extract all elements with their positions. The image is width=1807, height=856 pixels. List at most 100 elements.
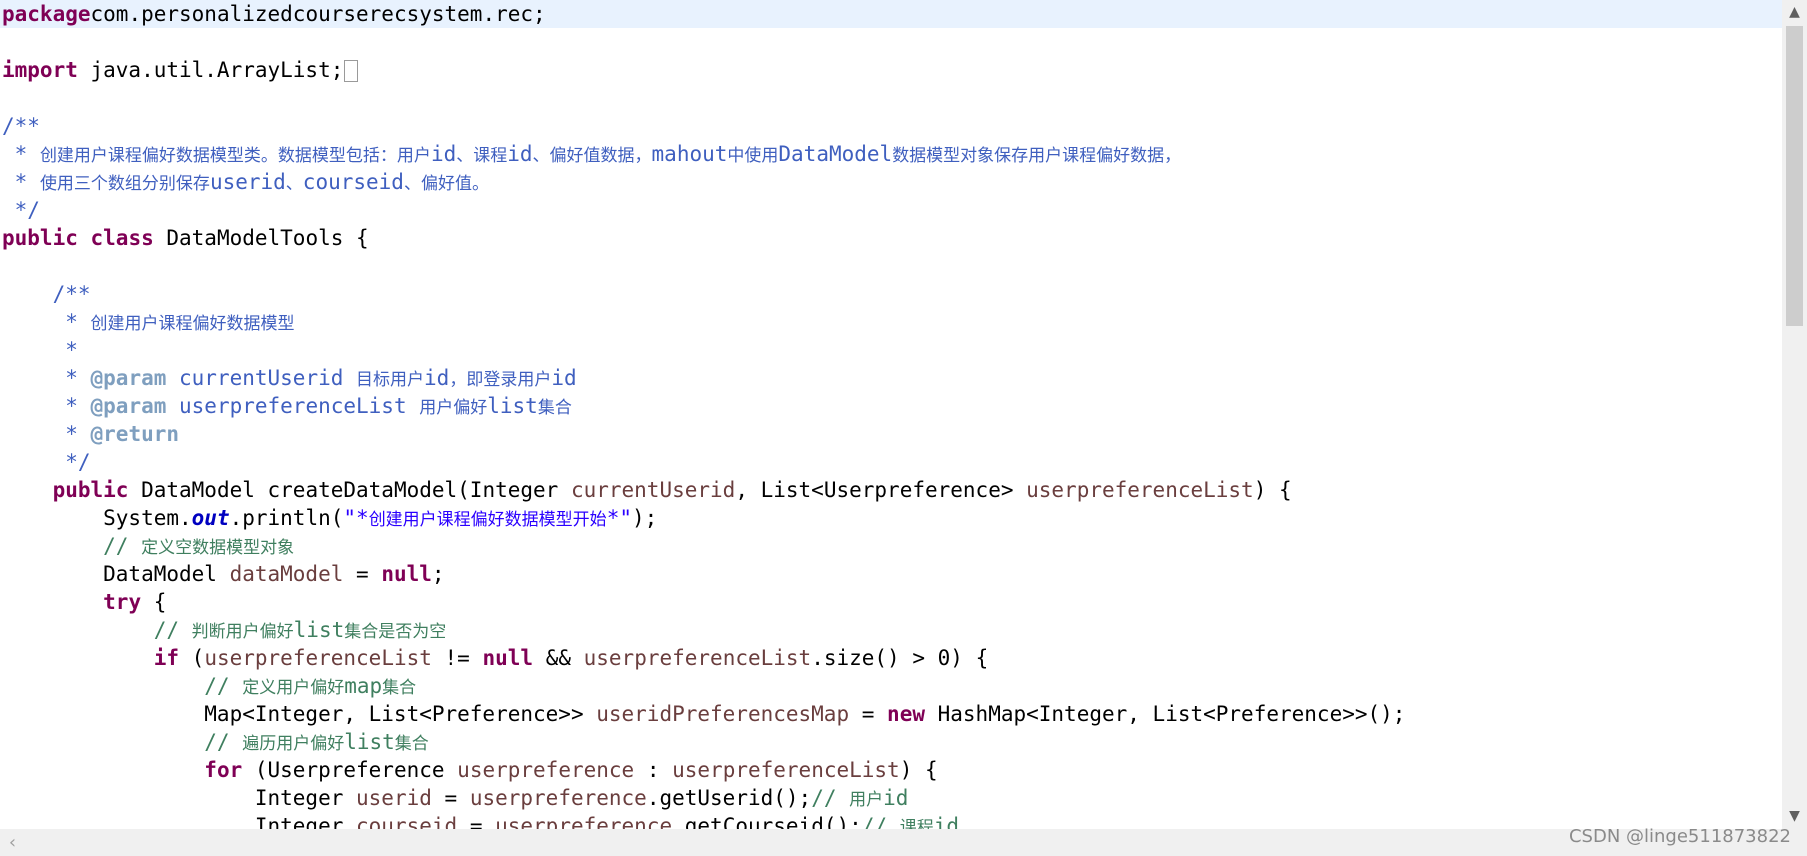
vertical-scrollbar[interactable]: ▲ ▼ <box>1782 0 1807 829</box>
code-line: * @param userpreferenceList 用户偏好list集合 <box>2 392 1405 420</box>
watermark: CSDN @linge511873822 <box>1568 826 1791 847</box>
code-token: new <box>887 702 925 726</box>
code-token: 、 <box>285 174 303 194</box>
code-token: for <box>204 758 243 782</box>
code-token: /** <box>2 282 91 306</box>
code-token: 创建用户课程偏好数据模型类。数据模型包括：用户 <box>39 146 431 166</box>
code-line: // 遍历用户偏好list集合 <box>2 728 1405 756</box>
code-line: * 使用三个数组分别保存userid、courseid、偏好值。 <box>2 168 1405 196</box>
code-line: public class DataModelTools { <box>2 224 1405 252</box>
code-token: userpreference <box>495 814 673 829</box>
code-token: userpreference <box>469 786 647 810</box>
code-token: .getUserid(); <box>646 786 812 810</box>
horizontal-scrollbar[interactable]: ‹ <box>0 829 1782 856</box>
code-token: ); <box>631 506 658 530</box>
code-token: 集合 <box>394 734 429 754</box>
code-token: ; <box>431 562 445 586</box>
code-line: // 定义用户偏好map集合 <box>2 672 1405 700</box>
code-token: public <box>2 226 78 250</box>
code-line: Integer userid = userpreference.getUseri… <box>2 784 1405 812</box>
code-editor[interactable]: packagecom.personalizedcourserecsystem.r… <box>0 0 1782 829</box>
code-token: * <box>2 338 78 362</box>
code-line: import java.util.ArrayList; <box>2 56 1405 84</box>
vertical-scroll-thumb[interactable] <box>1786 26 1803 326</box>
code-token: 使用三个数组分别保存 <box>39 174 210 194</box>
code-token: 集合是否为空 <box>344 622 447 642</box>
code-token: 、偏好值数据， <box>532 146 652 166</box>
code-token: /** <box>2 114 40 138</box>
code-token: userpreferenceList <box>1026 478 1254 502</box>
code-line: System.out.println("*创建用户课程偏好数据模型开始*"); <box>2 504 1405 532</box>
code-token: import <box>2 58 78 82</box>
code-token: * <box>2 366 91 390</box>
code-line: if (userpreferenceList != null && userpr… <box>2 644 1405 672</box>
code-token: class <box>90 226 154 250</box>
code-token: * <box>2 170 40 194</box>
code-token: userpreferenceList <box>672 758 900 782</box>
code-token: dataModel <box>229 562 344 586</box>
code-token: * <box>2 310 91 334</box>
code-token: package <box>2 2 91 26</box>
scroll-up-arrow-icon[interactable]: ▲ <box>1782 0 1807 25</box>
code-line: * 创建用户课程偏好数据模型类。数据模型包括：用户id、课程id、偏好值数据，m… <box>2 140 1405 168</box>
code-line: /** <box>2 112 1405 140</box>
code-token: .getCourseid(); <box>672 814 862 829</box>
code-token: // <box>2 730 243 754</box>
code-line: // 判断用户偏好list集合是否为空 <box>2 616 1405 644</box>
code-token: ( <box>179 646 205 670</box>
code-token: 用户偏好 <box>419 398 488 418</box>
code-token: // <box>811 786 850 810</box>
code-token: public <box>52 478 129 502</box>
code-token: 集合 <box>382 678 417 698</box>
code-token: 定义用户偏好 <box>242 678 345 698</box>
code-token: userpreferenceList <box>166 394 420 418</box>
code-line: Map<Integer, List<Preference>> useridPre… <box>2 700 1405 728</box>
code-token: * <box>2 142 40 166</box>
code-token: = <box>431 786 470 810</box>
code-token: System. <box>2 506 192 530</box>
code-line: Integer courseid = userpreference.getCou… <box>2 812 1405 829</box>
code-token: map <box>344 674 383 698</box>
scroll-left-arrow-icon[interactable]: ‹ <box>0 829 25 856</box>
code-token: @return <box>90 422 180 446</box>
code-token: Integer <box>2 814 357 829</box>
code-token: * <box>2 394 91 418</box>
code-token: currentUserid <box>166 366 357 390</box>
code-token: useridPreferencesMap <box>596 702 850 726</box>
code-token: , List<Userpreference> <box>735 478 1027 502</box>
code-token: ) { <box>899 758 938 782</box>
code-token: 创建用户课程偏好数据模型开始 <box>368 510 607 530</box>
code-token: userpreference <box>457 758 635 782</box>
code-token: = <box>457 814 496 829</box>
folded-imports-icon[interactable] <box>344 60 359 82</box>
code-token: if <box>153 646 180 670</box>
code-token: && <box>533 646 584 670</box>
code-token: 中使用 <box>727 146 779 166</box>
code-token: // <box>2 618 192 642</box>
code-token: userpreferenceList <box>583 646 812 670</box>
code-token: com.personalizedcourserecsystem.rec; <box>90 2 546 26</box>
code-line: packagecom.personalizedcourserecsystem.r… <box>2 0 1405 28</box>
code-token: 集合 <box>537 398 572 418</box>
code-token: DataModelTools { <box>153 226 369 250</box>
code-line: DataModel dataModel = null; <box>2 560 1405 588</box>
code-line: * 创建用户课程偏好数据模型 <box>2 308 1405 336</box>
code-token: 数据模型对象保存用户课程偏好数据， <box>892 146 1182 166</box>
code-token: : <box>634 758 673 782</box>
code-token: 用户 <box>849 790 884 810</box>
code-token: = <box>343 562 382 586</box>
code-token: try <box>103 590 142 614</box>
code-token: id <box>507 142 533 166</box>
code-token: 、偏好值。 <box>403 174 489 194</box>
code-token: = <box>849 702 888 726</box>
code-line: */ <box>2 196 1405 224</box>
code-token: { <box>141 590 167 614</box>
code-token: .println( <box>229 506 344 530</box>
code-token: list <box>487 394 538 418</box>
